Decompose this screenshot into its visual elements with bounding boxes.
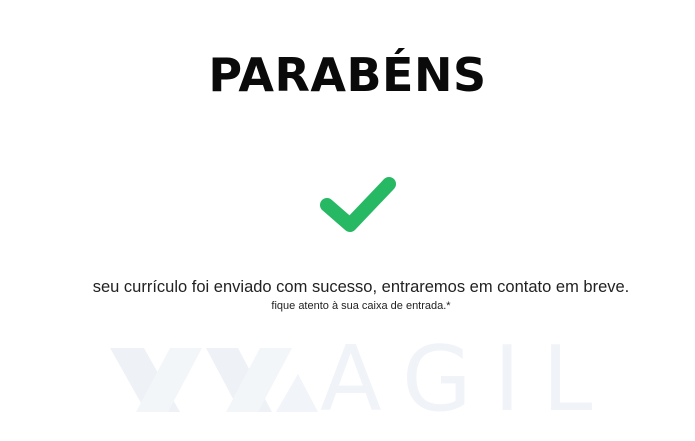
watermark-text: AGIL [320, 327, 615, 432]
inbox-note: fique atento à sua caixa de entrada.* [271, 300, 451, 312]
checkmark-icon [320, 177, 396, 232]
success-message: seu currículo foi enviado com sucesso, e… [92, 278, 630, 296]
success-page: PARABÉNS seu currículo foi enviado com s… [0, 0, 695, 441]
page-title: PARABÉNS [208, 48, 487, 102]
